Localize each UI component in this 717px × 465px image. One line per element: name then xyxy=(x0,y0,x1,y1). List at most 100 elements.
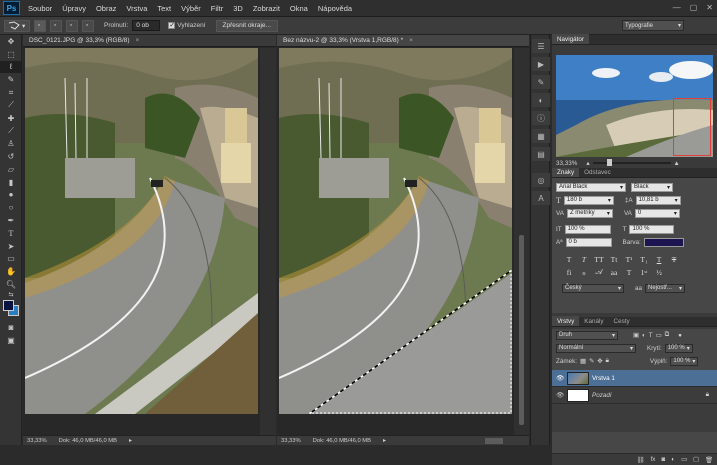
filter-toggle-icon[interactable]: ● xyxy=(678,332,682,339)
road-photo-selection[interactable] xyxy=(279,48,512,414)
font-family-select[interactable]: Arial Black ▾ xyxy=(556,182,626,192)
tracking-select[interactable]: 0 ▾ xyxy=(634,208,680,218)
subtract-selection-icon[interactable]: ▫ xyxy=(66,19,78,32)
swatches-icon[interactable]: ▦ xyxy=(532,129,550,143)
navigator-thumbnail[interactable] xyxy=(556,55,713,157)
titling-icon[interactable]: T xyxy=(622,268,636,277)
zoom-readout[interactable]: 33,33% xyxy=(27,438,47,444)
document-tab-2[interactable]: Bez názvu-2 @ 33,3% (Vrstva 1,RGB/8) * × xyxy=(277,35,529,47)
zoom-slider-handle[interactable] xyxy=(606,159,612,166)
shape-tool-icon[interactable]: ▭ xyxy=(0,253,22,266)
pen-tool-icon[interactable]: ✒ xyxy=(0,214,22,227)
menu-vrstva[interactable]: Vrstva xyxy=(121,4,152,13)
vertical-scrollbar[interactable] xyxy=(514,48,529,435)
lock-pixels-icon[interactable]: ✎ xyxy=(589,358,594,365)
language-select[interactable]: Český ▾ xyxy=(562,283,624,293)
blend-mode-select[interactable]: Normální ▾ xyxy=(556,343,636,353)
refine-edge-button[interactable]: Zpřesnit okraje... xyxy=(215,19,278,32)
menu-upravy[interactable]: Úpravy xyxy=(57,4,91,13)
lasso-tool-icon[interactable]: ℓ xyxy=(0,60,22,74)
path-select-icon[interactable]: ➤ xyxy=(0,240,22,253)
screen-mode-icon[interactable]: ▣ xyxy=(0,334,22,347)
ordinals-icon[interactable]: 1ˢᵗ xyxy=(637,268,651,277)
gradient-tool-icon[interactable]: ▮ xyxy=(0,176,22,189)
maximize-icon[interactable]: ▢ xyxy=(690,3,698,12)
dodge-tool-icon[interactable]: ○ xyxy=(0,201,22,214)
strikethrough-icon[interactable]: T xyxy=(667,255,681,264)
vertical-scale-input[interactable]: 100 % xyxy=(564,224,611,234)
styles-icon[interactable]: ▤ xyxy=(532,147,550,161)
layer-row-vrstva-1[interactable]: 👁︎ Vrstva 1 xyxy=(552,370,717,387)
history-brush-icon[interactable]: ↺ xyxy=(0,150,22,163)
chevron-right-icon[interactable]: ▸ xyxy=(129,438,132,444)
marquee-tool-icon[interactable]: ⬚ xyxy=(0,48,22,61)
lock-transparency-icon[interactable]: ▦ xyxy=(580,358,586,365)
zoom-slider[interactable] xyxy=(592,159,671,166)
healing-brush-icon[interactable]: ✚ xyxy=(0,112,22,125)
move-tool-icon[interactable]: ✥ xyxy=(0,35,22,48)
ligature-icon[interactable]: fi xyxy=(562,268,576,277)
brush-panel-icon[interactable]: ✎ xyxy=(532,75,550,89)
new-group-icon[interactable]: ▭ xyxy=(681,456,687,463)
adjustments-icon[interactable]: ◐ xyxy=(532,93,550,107)
layer-filter-select[interactable]: Druh ▾ xyxy=(556,330,618,340)
baseline-shift-input[interactable]: 0 b xyxy=(565,237,612,247)
font-size-input[interactable]: 180 b ▾ xyxy=(563,195,614,205)
antialias-select[interactable]: Nejostř... ▾ xyxy=(645,283,686,293)
info-icon[interactable]: ⓘ xyxy=(532,111,550,125)
character-styles-icon[interactable]: A xyxy=(532,191,550,205)
menu-napoveda[interactable]: Nápověda xyxy=(313,4,357,13)
swap-colors-icon[interactable]: ⇆ xyxy=(0,291,22,299)
tool-preset-picker[interactable]: ▾ xyxy=(4,19,30,32)
menu-text[interactable]: Text xyxy=(152,4,176,13)
tab-paths[interactable]: Cesty xyxy=(609,316,635,326)
eye-icon[interactable]: 👁︎ xyxy=(556,374,564,382)
antialias-checkbox[interactable]: Vyhlazení xyxy=(168,21,206,29)
superscript-icon[interactable]: T¹ xyxy=(622,255,636,264)
close-icon[interactable]: ✕ xyxy=(706,3,713,12)
fractions-icon[interactable]: ½ xyxy=(652,268,666,277)
layer-name[interactable]: Vrstva 1 xyxy=(592,375,615,382)
layer-row-pozadi[interactable]: 👁︎ Pozadí 🔒︎ xyxy=(552,387,717,404)
scrollbar-thumb[interactable] xyxy=(519,235,524,425)
kerning-select[interactable]: Z metriky ▾ xyxy=(566,208,613,218)
add-selection-icon[interactable]: ▫ xyxy=(50,19,62,32)
filter-smart-icon[interactable]: ⧉ xyxy=(665,331,670,339)
horizontal-scale-input[interactable]: 100 % xyxy=(629,224,675,234)
tab-navigator[interactable]: Navigátor xyxy=(552,34,589,44)
quick-select-tool-icon[interactable]: ✎ xyxy=(0,73,22,86)
chevron-right-icon[interactable]: ▸ xyxy=(383,438,386,444)
menu-obraz[interactable]: Obraz xyxy=(91,4,121,13)
menu-3d[interactable]: 3D xyxy=(228,4,248,13)
font-style-select[interactable]: Black ▾ xyxy=(631,182,673,192)
zoom-tool-icon[interactable]: 🔍︎ xyxy=(0,278,22,291)
underline-icon[interactable]: T xyxy=(652,255,666,264)
menu-soubor[interactable]: Soubor xyxy=(23,4,57,13)
foreground-color-swatch[interactable] xyxy=(3,299,14,311)
eyedropper-tool-icon[interactable]: ⟋ xyxy=(0,99,22,112)
oldstyle-icon[interactable]: ℴ xyxy=(577,268,591,277)
filter-shape-icon[interactable]: ▭ xyxy=(656,332,662,339)
alternates-icon[interactable]: aa xyxy=(607,268,621,277)
leading-input[interactable]: 10,81 b ▾ xyxy=(635,195,681,205)
zoom-readout[interactable]: 33,33% xyxy=(281,438,301,444)
hand-tool-icon[interactable]: ✋ xyxy=(0,265,22,278)
vertical-scrollbar[interactable] xyxy=(260,48,276,435)
delete-layer-icon[interactable]: 🗑︎ xyxy=(705,456,713,464)
menu-zobrazit[interactable]: Zobrazit xyxy=(248,4,285,13)
layer-style-icon[interactable]: fx xyxy=(651,456,656,463)
intersect-selection-icon[interactable]: ▫ xyxy=(82,19,94,32)
swash-icon[interactable]: 𝒜 xyxy=(592,267,606,277)
filter-pixel-icon[interactable]: ▣ xyxy=(633,332,639,339)
new-layer-icon[interactable]: ▢ xyxy=(693,456,699,463)
crop-tool-icon[interactable]: ⌗ xyxy=(0,86,22,99)
actions-icon[interactable]: ▶ xyxy=(532,57,550,71)
menu-okna[interactable]: Okna xyxy=(285,4,313,13)
eraser-tool-icon[interactable]: ▱ xyxy=(0,163,22,176)
faux-bold-icon[interactable]: T xyxy=(562,255,576,264)
clone-stamp-icon[interactable]: ♙ xyxy=(0,137,22,150)
link-layers-icon[interactable]: ⛓ xyxy=(637,456,645,464)
text-color-swatch[interactable] xyxy=(643,237,684,247)
lock-all-icon[interactable]: 🔒︎ xyxy=(606,357,609,365)
paths-icon[interactable]: ◎ xyxy=(532,173,550,187)
